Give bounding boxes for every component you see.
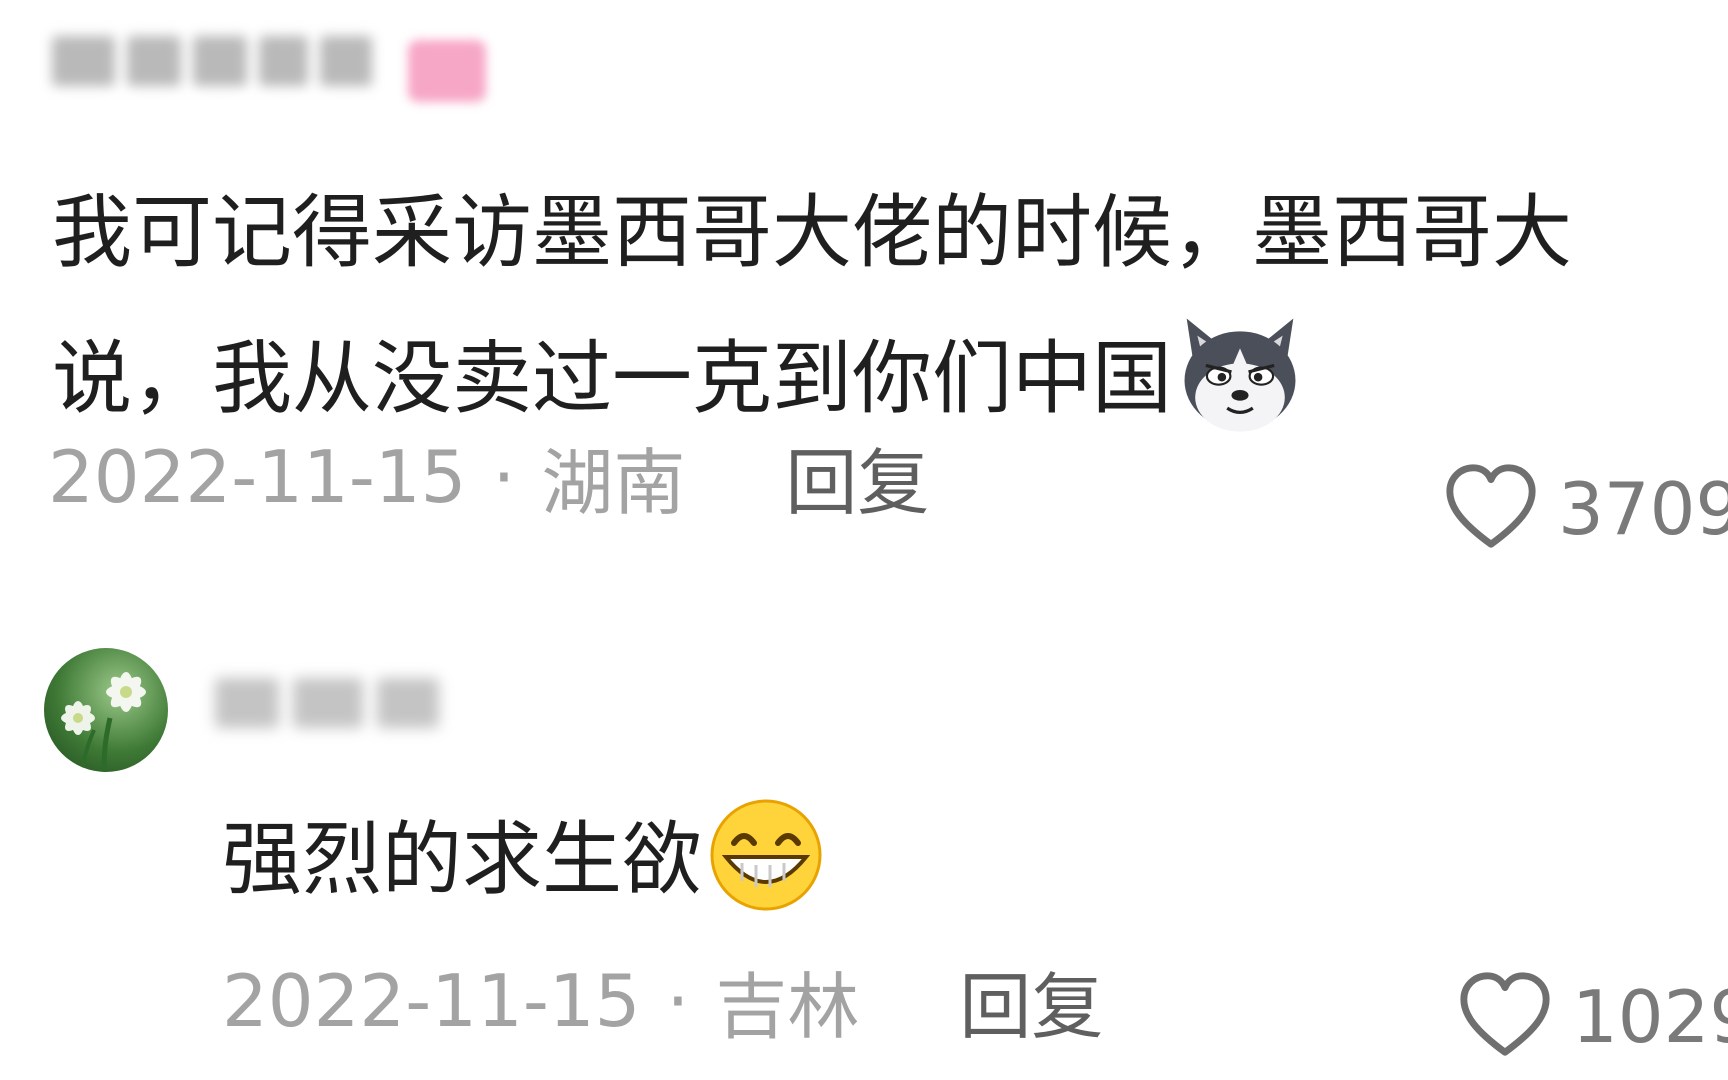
like-count: 3709 (1558, 467, 1728, 551)
like-group[interactable]: 1029 (1456, 968, 1728, 1066)
comment-text: 我可记得采访墨西哥大佬的时候，墨西哥大 说，我从没卖过一克到你们中国 (52, 160, 1728, 452)
comment-text-line-content: 说，我从没卖过一克到你们中国 (52, 332, 1172, 425)
like-group[interactable]: 3709 (1442, 460, 1728, 558)
reply-button[interactable]: 回复 (785, 424, 929, 529)
heart-icon[interactable] (1456, 968, 1554, 1066)
reply-button[interactable]: 回复 (959, 948, 1103, 1053)
grin-emoji-icon (710, 799, 822, 911)
meta-separator: · (492, 434, 516, 519)
like-count: 1029 (1572, 975, 1728, 1059)
username-blurred[interactable] (215, 668, 445, 738)
user-badge-icon (408, 40, 486, 102)
comment-location: 吉林 (715, 965, 860, 1049)
comment-meta: 2022-11-15 · 湖南 回复 (48, 424, 929, 529)
comment-meta: 2022-11-15 · 吉林 回复 (222, 948, 1103, 1053)
comment-item: 我可记得采访墨西哥大佬的时候，墨西哥大 说，我从没卖过一克到你们中国 2022-… (0, 0, 1728, 580)
username-blurred[interactable] (52, 30, 373, 92)
comment-text-line: 强烈的求生欲 (222, 813, 702, 906)
comment-date: 2022-11-15 (48, 434, 467, 519)
husky-emoji-icon (1184, 318, 1296, 432)
avatar[interactable] (44, 648, 168, 772)
comment-date: 2022-11-15 (222, 958, 641, 1043)
comment-location: 湖南 (541, 441, 686, 525)
heart-icon[interactable] (1442, 460, 1540, 558)
avatar-flower-image (61, 672, 146, 772)
comment-text-line: 我可记得采访墨西哥大佬的时候，墨西哥大 (52, 186, 1572, 279)
meta-separator: · (666, 958, 690, 1043)
comment-text: 强烈的求生欲 (222, 790, 826, 930)
